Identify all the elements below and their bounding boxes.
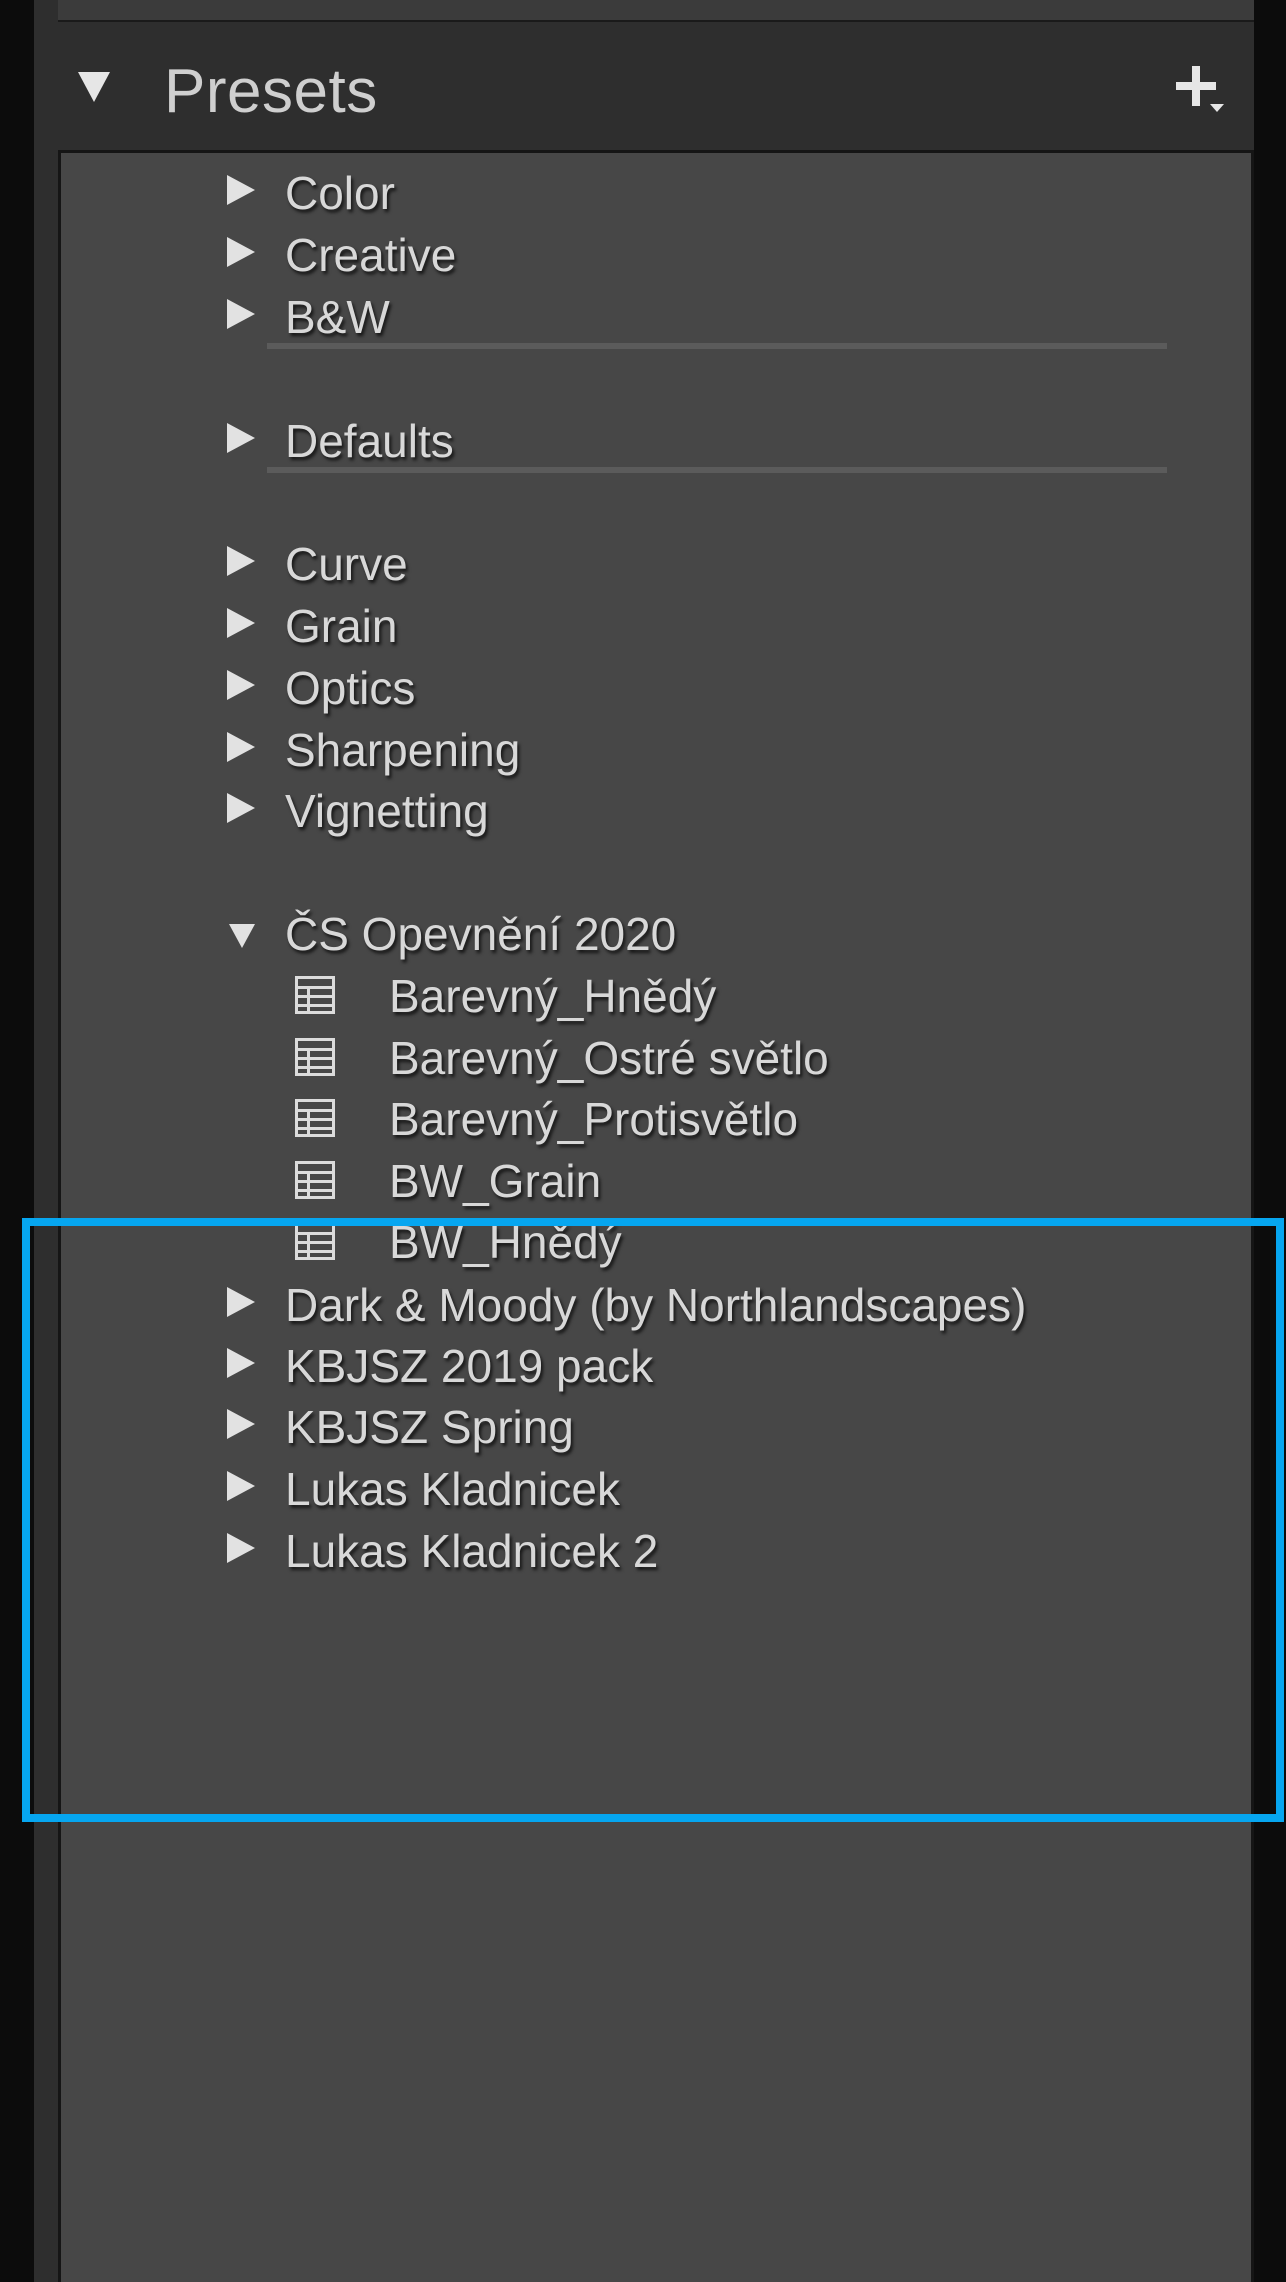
triangle-right-icon <box>227 1409 255 1439</box>
panel-title: Presets <box>164 57 378 126</box>
triangle-right-icon <box>227 175 255 205</box>
preset-group-label: Color <box>285 167 395 219</box>
triangle-right-icon <box>227 423 255 453</box>
previous-panel-edge <box>58 0 1254 22</box>
preset-item-label: BW_Hnědý <box>389 1216 622 1268</box>
preset-group-label: KBJSZ Spring <box>285 1401 574 1453</box>
preset-group-label: Grain <box>285 600 398 652</box>
triangle-right-icon <box>227 608 255 638</box>
preset-item-label: Barevný_Protisvětlo <box>389 1093 799 1145</box>
triangle-right-icon <box>227 670 255 700</box>
preset-list-icon <box>295 1222 335 1260</box>
divider <box>267 343 1167 349</box>
triangle-right-icon <box>227 1471 255 1501</box>
divider <box>267 467 1167 473</box>
preset-group-label: Vignetting <box>285 785 489 837</box>
triangle-right-icon <box>227 1287 255 1317</box>
triangle-down-icon <box>229 924 255 948</box>
triangle-right-icon <box>227 237 255 267</box>
preset-list-icon <box>295 976 335 1014</box>
preset-group-label: B&W <box>285 291 390 343</box>
triangle-right-icon <box>227 732 255 762</box>
preset-group-label: ČS Opevnění 2020 <box>285 908 677 960</box>
preset-group-label: Defaults <box>285 415 454 467</box>
triangle-right-icon <box>227 793 255 823</box>
preset-group-vignetting[interactable]: Vignetting <box>61 771 1211 851</box>
preset-item-label: Barevný_Hnědý <box>389 970 717 1022</box>
triangle-right-icon <box>227 1348 255 1378</box>
preset-list-icon <box>295 1161 335 1199</box>
preset-list-icon <box>295 1038 335 1076</box>
add-preset-button[interactable] <box>1172 60 1232 120</box>
preset-group-label: Creative <box>285 229 457 281</box>
preset-list: Color Creative B&W Defaults Curve Grain … <box>58 150 1254 2282</box>
preset-group-label: Optics <box>285 662 416 714</box>
triangle-right-icon <box>227 1533 255 1563</box>
preset-group-label: Lukas Kladnicek 2 <box>285 1525 659 1577</box>
triangle-right-icon <box>227 546 255 576</box>
preset-group-label: Curve <box>285 538 408 590</box>
triangle-right-icon <box>227 299 255 329</box>
caret-down-icon <box>1210 104 1224 112</box>
preset-group-lukas-kladnicek-2[interactable]: Lukas Kladnicek 2 <box>61 1511 1211 1591</box>
preset-list-icon <box>295 1099 335 1137</box>
triangle-down-icon[interactable] <box>78 72 110 102</box>
preset-group-label: Lukas Kladnicek <box>285 1463 620 1515</box>
